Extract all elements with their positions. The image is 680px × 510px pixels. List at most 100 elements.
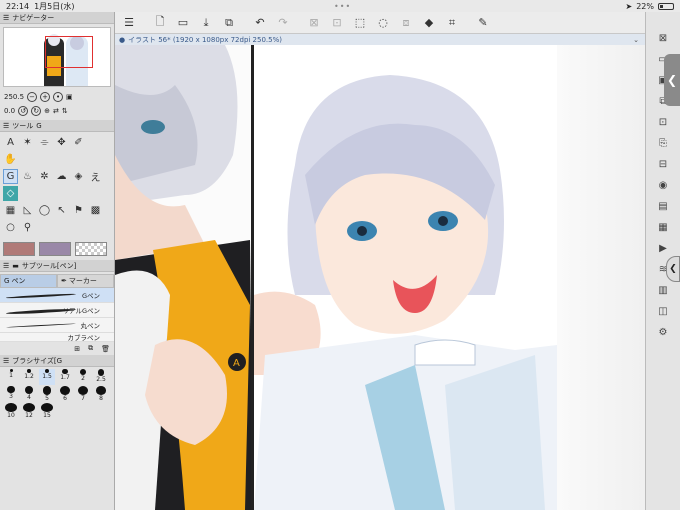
clip-layer-icon[interactable]: ⊡ [655, 114, 671, 130]
hand-icon[interactable]: ✋ [3, 152, 18, 167]
multitask-dots[interactable]: ••• [334, 2, 351, 11]
canvas-area[interactable]: ● イラスト 56* (1920 x 1080px 72dpi 250.5%) … [115, 34, 645, 510]
brush-size-option[interactable]: 1.2 [21, 369, 37, 385]
reset-rotation-icon[interactable]: ⊕ [44, 107, 50, 115]
tab-marker[interactable]: ✒ マーカー [57, 274, 114, 288]
fit-screen-icon[interactable]: ▣ [66, 93, 73, 101]
select-all-icon[interactable]: ⬚ [350, 13, 370, 33]
video-icon[interactable]: ▶ [655, 240, 671, 256]
zoom-reset-icon[interactable]: • [53, 92, 64, 102]
zoom-tool-icon[interactable]: ⚲ [20, 220, 35, 235]
panel-menu-icon[interactable]: ☰ [3, 14, 9, 22]
brush-size-option[interactable]: 1.5 [39, 369, 55, 385]
add-subtool-icon[interactable]: ⊞ [74, 345, 80, 353]
export-icon[interactable]: ⧉ [219, 13, 239, 33]
hand-tool-icon[interactable] [88, 135, 103, 150]
gradient-tool-icon[interactable]: ▩ [88, 203, 103, 218]
property-icon[interactable]: ▥ [655, 282, 671, 298]
brush-size-option[interactable]: 8 [93, 386, 109, 402]
brush-size-option[interactable]: 15 [39, 403, 55, 419]
brush-size-option[interactable]: 1.7 [57, 369, 73, 385]
lock-icon[interactable]: ◉ [655, 177, 671, 193]
zoom-value[interactable]: 250.5 [4, 93, 24, 101]
close-panel-icon[interactable]: ⊠ [655, 30, 671, 46]
edge-handle[interactable]: ❮ [666, 256, 680, 282]
brush-item[interactable]: リアルGペン [0, 303, 114, 318]
blend-tool-icon[interactable]: ☁ [54, 169, 69, 184]
open-folder-icon[interactable]: ▭ [173, 13, 193, 33]
decoration-tool-icon[interactable]: ✲ [37, 169, 52, 184]
redo-icon[interactable]: ↷ [273, 13, 293, 33]
fill-icon[interactable]: ◆ [419, 13, 439, 33]
delete-subtool-icon[interactable]: 🗑 [101, 345, 110, 353]
navigator-tab[interactable]: ☰ ナビゲーター [0, 12, 114, 24]
navigator-thumbnail[interactable] [3, 27, 111, 87]
brush-item[interactable]: 丸ペン [0, 318, 114, 333]
flip-vertical-icon[interactable]: ⇅ [62, 107, 68, 115]
deselect-icon[interactable]: ◌ [373, 13, 393, 33]
rotate-left-icon[interactable]: ↺ [18, 106, 29, 116]
flip-horizontal-icon[interactable]: ⇄ [53, 107, 59, 115]
merge-icon[interactable]: ⊟ [655, 156, 671, 172]
new-file-icon[interactable]: 🗋 [150, 13, 170, 33]
balloon-tool-icon[interactable]: ◺ [20, 203, 35, 218]
pen-tool-icon[interactable]: G [3, 169, 18, 184]
brush-size-option[interactable]: 6 [57, 386, 73, 402]
brush-size-option[interactable]: 2 [75, 369, 91, 385]
panel-menu-icon[interactable]: ☰ [3, 357, 9, 365]
clear-icon[interactable]: ⊠ [304, 13, 324, 33]
pin-tool-icon[interactable]: ⚑ [71, 203, 86, 218]
collapse-panel-button[interactable]: ❮ [664, 54, 680, 106]
artwork-canvas[interactable]: A [115, 45, 557, 510]
speech-tool-icon[interactable]: ◯ [37, 203, 52, 218]
brush-size-option[interactable]: 7 [75, 386, 91, 402]
tab-pen[interactable]: G ペン [0, 274, 57, 288]
select-pointer-icon[interactable]: ↖ [54, 203, 69, 218]
grid-icon[interactable]: ▦ [655, 219, 671, 235]
frame-tool-icon[interactable]: ▦ [3, 203, 18, 218]
text-tool-icon[interactable]: A [3, 135, 18, 150]
shape-tool-icon[interactable]: ○ [3, 220, 18, 235]
brush-size-option[interactable]: 2.5 [93, 369, 109, 385]
image-icon[interactable]: ▤ [655, 198, 671, 214]
paste-icon[interactable]: ⎘ [655, 135, 671, 151]
document-tab[interactable]: ● イラスト 56* (1920 x 1080px 72dpi 250.5%) … [115, 34, 645, 45]
viewport-indicator[interactable] [45, 36, 93, 68]
panel-menu-icon[interactable]: ☰ [3, 262, 9, 270]
airbrush-tool-icon[interactable]: ♨ [20, 169, 35, 184]
transform-icon[interactable]: ⊡ [327, 13, 347, 33]
zoom-out-icon[interactable]: − [27, 92, 38, 102]
rotation-value[interactable]: 0.0 [4, 107, 15, 115]
brush-size-option[interactable]: 3 [3, 386, 19, 402]
brush-size-option[interactable]: 5 [39, 386, 55, 402]
brush-item[interactable]: カブラペン [0, 333, 114, 342]
brush-size-option[interactable]: 10 [3, 403, 19, 419]
crop-icon[interactable]: ⌗ [442, 13, 462, 33]
undo-icon[interactable]: ↶ [250, 13, 270, 33]
ruler-tool-icon[interactable]: ⌯ [37, 135, 52, 150]
fill-tool-icon[interactable]: ◇ [3, 186, 18, 201]
history-icon[interactable]: ◫ [655, 303, 671, 319]
brush-size-option[interactable]: 12 [21, 403, 37, 419]
menu-icon[interactable]: ☰ [119, 13, 139, 33]
sparkle-tool-icon[interactable]: ✶ [20, 135, 35, 150]
invert-selection-icon[interactable]: ⧈ [396, 13, 416, 33]
sub-color-swatch[interactable] [39, 242, 71, 256]
copy-subtool-icon[interactable]: ⧉ [88, 344, 93, 353]
settings-icon[interactable]: ⚙ [655, 324, 671, 340]
chevron-down-icon[interactable]: ⌄ [633, 36, 639, 44]
edit-icon[interactable]: ✎ [473, 13, 493, 33]
move-tool-icon[interactable]: ✥ [54, 135, 69, 150]
brush-size-tab[interactable]: ☰ ブラシサイズ[G [0, 355, 114, 367]
text-hiragana-tool-icon[interactable]: え [88, 169, 103, 184]
subtool-tab[interactable]: ☰ ▬ サブツール[ペン] [0, 260, 114, 272]
save-icon[interactable]: ⤓ [196, 13, 216, 33]
transparent-color-swatch[interactable] [75, 242, 107, 256]
zoom-in-icon[interactable]: + [40, 92, 51, 102]
rotate-right-icon[interactable]: ↻ [31, 106, 42, 116]
panel-menu-icon[interactable]: ☰ [3, 122, 9, 130]
eyedropper-icon[interactable]: ✐ [71, 135, 86, 150]
brush-size-option[interactable]: 4 [21, 386, 37, 402]
brush-item[interactable]: Gペン [0, 288, 114, 303]
eraser-tool-icon[interactable]: ◈ [71, 169, 86, 184]
